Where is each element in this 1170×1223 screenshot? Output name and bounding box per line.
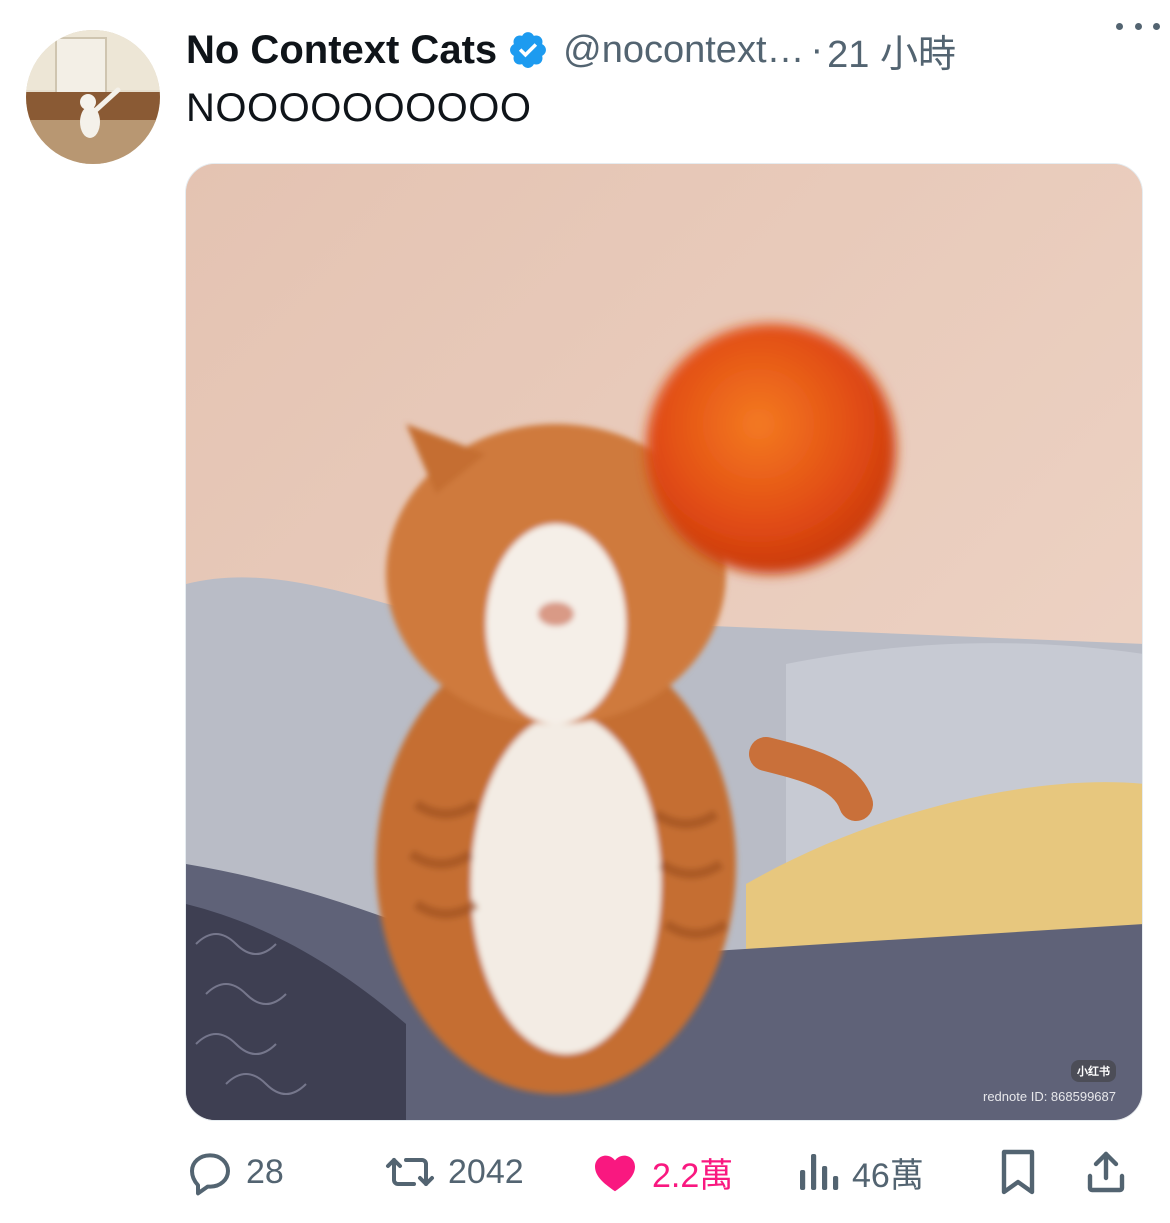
reply-button[interactable]: 28 xyxy=(186,1142,284,1202)
tweet-actions-bar: 28 2042 2.2萬 46萬 xyxy=(186,1142,1142,1202)
watermark-id: rednote ID: 868599687 xyxy=(983,1089,1116,1104)
heart-icon xyxy=(595,1155,635,1192)
bookmark-button[interactable] xyxy=(996,1142,1052,1202)
author-avatar[interactable] xyxy=(26,30,160,164)
reply-icon xyxy=(190,1153,230,1196)
author-handle[interactable]: @nocontext… xyxy=(563,29,804,72)
share-icon xyxy=(1087,1151,1125,1193)
verified-badge-icon xyxy=(507,29,549,71)
retweet-button[interactable]: 2042 xyxy=(384,1142,524,1202)
avatar-image xyxy=(26,30,160,164)
tweet-media-image[interactable]: 小红书 rednote ID: 868599687 xyxy=(185,163,1143,1121)
like-count: 2.2萬 xyxy=(652,1156,734,1195)
views-icon xyxy=(800,1154,839,1190)
retweet-count: 2042 xyxy=(448,1152,524,1191)
retweet-icon xyxy=(386,1158,434,1186)
reply-count: 28 xyxy=(246,1152,284,1191)
bookmark-icon xyxy=(1001,1149,1035,1195)
like-button[interactable]: 2.2萬 xyxy=(590,1142,733,1202)
tweet-timestamp[interactable]: 21 小時 xyxy=(827,23,956,78)
cat-photo xyxy=(186,164,1142,1120)
watermark-badge: 小红书 xyxy=(1071,1060,1116,1082)
views-button[interactable]: 46萬 xyxy=(796,1142,924,1202)
author-display-name[interactable]: No Context Cats xyxy=(186,28,497,73)
more-dots-icon[interactable] xyxy=(1116,16,1160,36)
separator-dot: · xyxy=(810,28,824,71)
tweet-header: No Context Cats @nocontext… · 21 小時 xyxy=(186,22,1150,78)
tweet-text: NOOOOOOOOOO xyxy=(186,86,532,130)
views-count: 46萬 xyxy=(852,1156,924,1195)
share-button[interactable] xyxy=(1082,1142,1142,1202)
